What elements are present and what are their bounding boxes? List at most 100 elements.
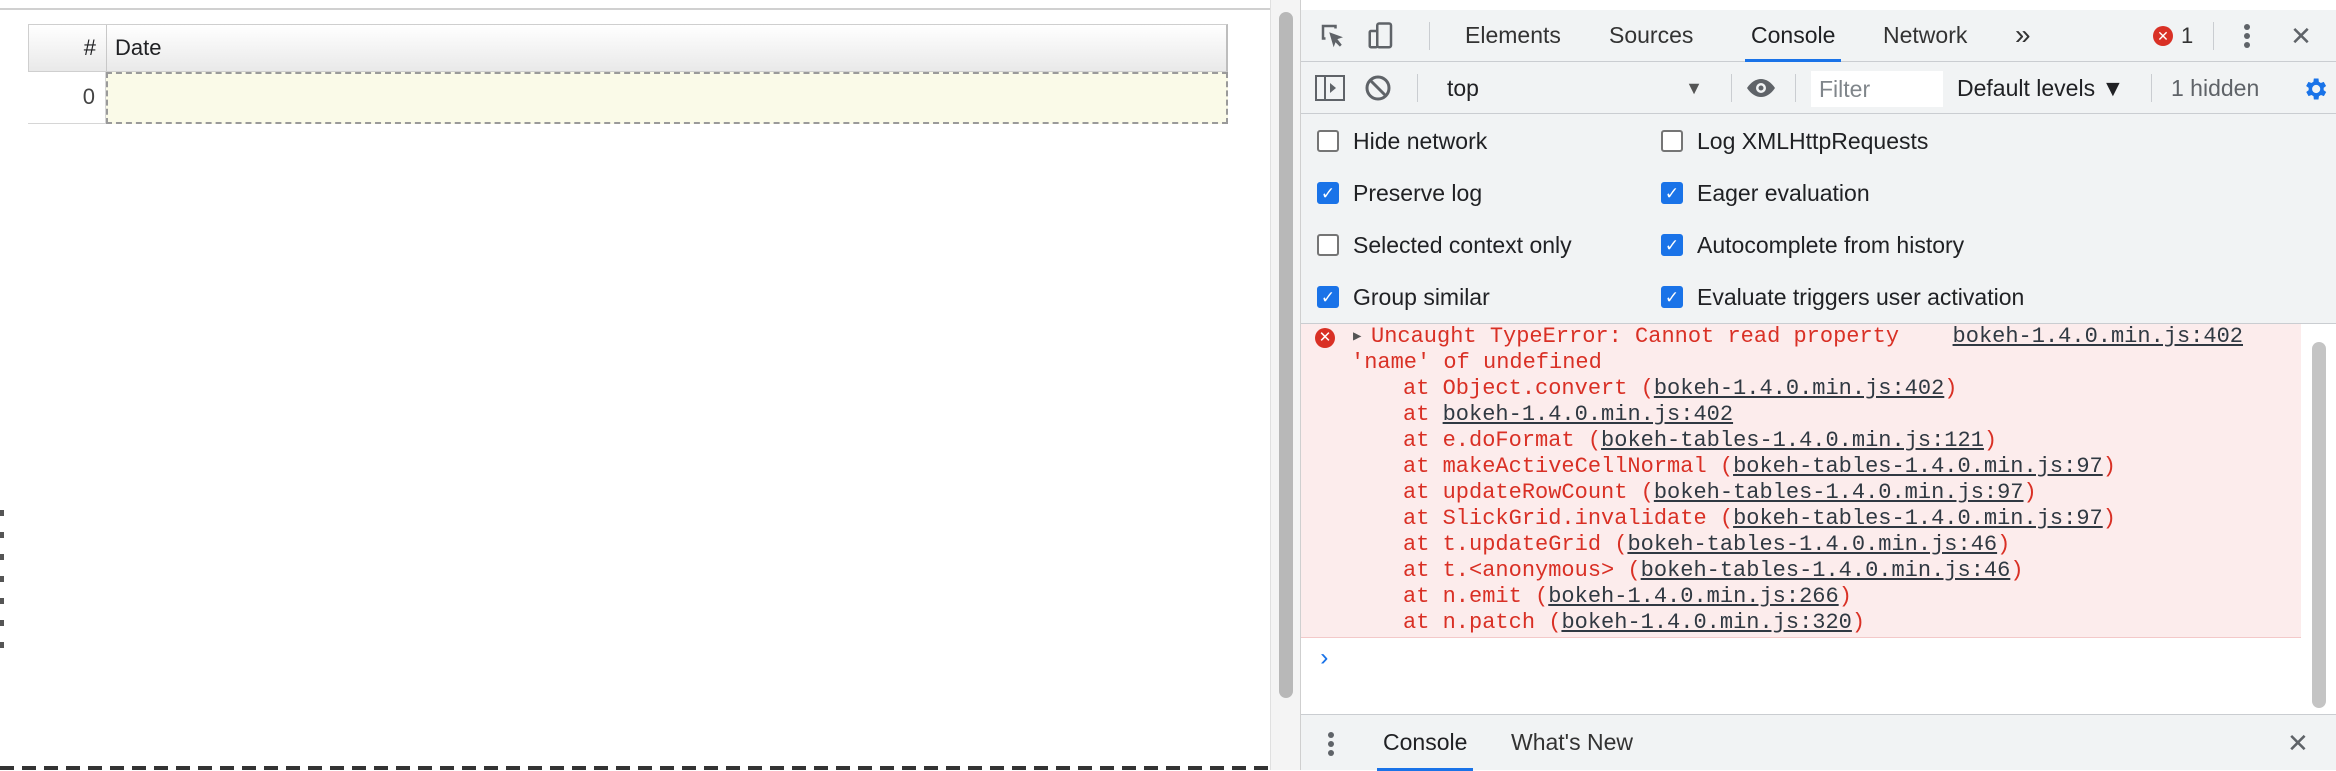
stack-frame-link[interactable]: bokeh-tables-1.4.0.min.js:97 — [1654, 480, 2024, 505]
stack-frame-link[interactable]: bokeh-1.4.0.min.js:266 — [1548, 584, 1838, 609]
stack-frame-link[interactable]: bokeh-1.4.0.min.js:320 — [1561, 610, 1851, 635]
console-scrollbar[interactable] — [2305, 330, 2333, 710]
inspect-element-icon[interactable] — [1315, 18, 1351, 54]
stack-frame-link[interactable]: bokeh-1.4.0.min.js:402 — [1654, 376, 1944, 401]
sidebar-toggle-icon[interactable] — [1313, 71, 1347, 105]
evaluate-triggers-label: Evaluate triggers user activation — [1697, 283, 2025, 310]
console-scrollbar-thumb[interactable] — [2312, 342, 2326, 708]
log-xhr-label: Log XMLHttpRequests — [1697, 127, 1929, 154]
log-xhr-option[interactable]: Log XMLHttpRequests — [1661, 126, 1928, 156]
console-messages: ✕ ▶ Uncaught TypeError: Cannot read prop… — [1301, 324, 2301, 710]
data-table: # Date 0 — [28, 24, 1228, 124]
drawer-tab-console[interactable]: Console — [1377, 715, 1474, 771]
preserve-log-checkbox[interactable]: ✓ — [1317, 182, 1339, 204]
drawer-menu-icon[interactable] — [1327, 731, 1335, 762]
context-value: top — [1447, 75, 1479, 101]
eager-evaluation-option[interactable]: ✓ Eager evaluation — [1661, 178, 1870, 208]
autocomplete-label: Autocomplete from history — [1697, 231, 1965, 258]
page-scrollbar[interactable] — [1270, 0, 1300, 770]
group-similar-label: Group similar — [1353, 283, 1490, 310]
toolbar-separator — [2151, 74, 2152, 102]
hide-network-checkbox[interactable] — [1317, 130, 1339, 152]
page-scrollbar-thumb[interactable] — [1279, 12, 1293, 698]
row-index-cell: 0 — [28, 72, 106, 124]
tab-sources[interactable]: Sources — [1603, 10, 1699, 62]
stack-frame: at n.patch (bokeh-1.4.0.min.js:320) — [1403, 610, 1866, 635]
log-xhr-checkbox[interactable] — [1661, 130, 1683, 152]
error-counter-button[interactable]: ✕ 1 — [2153, 22, 2193, 50]
device-toolbar-icon[interactable] — [1363, 18, 1399, 54]
stack-frame-link[interactable]: bokeh-1.4.0.min.js:402 — [1443, 402, 1733, 427]
stack-frame: at SlickGrid.invalidate (bokeh-tables-1.… — [1403, 506, 2116, 531]
table-header: # Date — [28, 24, 1228, 72]
hidden-messages-count: 1 hidden — [2171, 75, 2260, 101]
preserve-log-option[interactable]: ✓ Preserve log — [1317, 178, 1482, 208]
context-selector[interactable]: top ▼ — [1441, 70, 1711, 106]
selected-context-label: Selected context only — [1353, 231, 1572, 258]
page-top-border — [0, 8, 1280, 10]
error-count: 1 — [2181, 23, 2194, 48]
error-message: ✕ ▶ Uncaught TypeError: Cannot read prop… — [1301, 324, 2301, 638]
eye-icon[interactable] — [1741, 72, 1781, 104]
tab-elements[interactable]: Elements — [1459, 10, 1567, 62]
error-source-link[interactable]: bokeh-1.4.0.min.js:402 — [1953, 324, 2243, 350]
clear-console-icon[interactable] — [1363, 73, 1393, 103]
gear-icon[interactable] — [2301, 75, 2329, 103]
group-similar-option[interactable]: ✓ Group similar — [1317, 282, 1490, 312]
stack-frame: at e.doFormat (bokeh-tables-1.4.0.min.js… — [1403, 428, 1998, 453]
close-icon[interactable]: ✕ — [2283, 18, 2319, 54]
expand-triangle-icon[interactable]: ▶ — [1353, 328, 1361, 345]
selected-context-checkbox[interactable] — [1317, 234, 1339, 256]
evaluate-triggers-option[interactable]: ✓ Evaluate triggers user activation — [1661, 282, 2024, 312]
eager-evaluation-label: Eager evaluation — [1697, 179, 1870, 206]
tabbar-separator-right — [2213, 22, 2214, 50]
stack-frame-link[interactable]: bokeh-tables-1.4.0.min.js:97 — [1733, 506, 2103, 531]
page-bottom-border — [0, 766, 1280, 770]
page-edge-marks — [0, 510, 4, 660]
toolbar-separator — [1731, 74, 1732, 102]
stack-frame-link[interactable]: bokeh-tables-1.4.0.min.js:46 — [1627, 532, 1997, 557]
hide-network-label: Hide network — [1353, 127, 1488, 154]
tabbar-separator — [1429, 22, 1430, 50]
toolbar-separator — [1417, 74, 1418, 102]
date-cell-active[interactable] — [106, 72, 1228, 124]
table-row[interactable]: 0 — [28, 72, 1228, 124]
column-header-index[interactable]: # — [29, 25, 107, 71]
preserve-log-label: Preserve log — [1353, 179, 1483, 206]
drawer-close-icon[interactable]: ✕ — [2287, 715, 2309, 771]
selected-context-option[interactable]: Selected context only — [1317, 230, 1572, 260]
kebab-menu-icon[interactable] — [2229, 18, 2265, 54]
error-icon: ✕ — [1315, 328, 1335, 348]
tab-network[interactable]: Network — [1877, 10, 1973, 62]
dropdown-arrow-icon: ▼ — [1685, 78, 1703, 98]
hide-network-option[interactable]: Hide network — [1317, 126, 1487, 156]
stack-frame: at t.<anonymous> (bokeh-tables-1.4.0.min… — [1403, 558, 2024, 583]
stack-frame: at makeActiveCellNormal (bokeh-tables-1.… — [1403, 454, 2116, 479]
stack-frame-link[interactable]: bokeh-tables-1.4.0.min.js:121 — [1601, 428, 1984, 453]
stack-frame-link[interactable]: bokeh-tables-1.4.0.min.js:97 — [1733, 454, 2103, 479]
console-settings-panel: Hide network Log XMLHttpRequests ✓ Prese… — [1301, 114, 2336, 324]
tab-console[interactable]: Console — [1745, 10, 1842, 62]
error-text-line1: Uncaught TypeError: Cannot read property — [1371, 324, 1900, 349]
devtools-panel: Elements Sources Console Network » ✕ 1 ✕… — [1300, 0, 2336, 771]
error-text-line2: 'name' of undefined — [1351, 350, 1602, 375]
autocomplete-checkbox[interactable]: ✓ — [1661, 234, 1683, 256]
stack-frame-link[interactable]: bokeh-tables-1.4.0.min.js:46 — [1641, 558, 2011, 583]
drawer-tab-whats-new[interactable]: What's New — [1505, 715, 1639, 771]
filter-input[interactable] — [1811, 71, 1943, 107]
log-levels-dropdown[interactable]: Default levels ▼ — [1957, 62, 2124, 114]
stack-frame: at n.emit (bokeh-1.4.0.min.js:266) — [1403, 584, 1852, 609]
more-tabs-button[interactable]: » — [2009, 10, 2037, 62]
console-prompt-chevron-right-icon[interactable]: › — [1317, 646, 1331, 673]
evaluate-triggers-checkbox[interactable]: ✓ — [1661, 286, 1683, 308]
drawer-tabbar: Console What's New ✕ — [1301, 714, 2336, 771]
column-header-date[interactable]: Date — [107, 25, 1226, 71]
autocomplete-option[interactable]: ✓ Autocomplete from history — [1661, 230, 1964, 260]
error-icon: ✕ — [2153, 26, 2173, 46]
stack-frame: at updateRowCount (bokeh-tables-1.4.0.mi… — [1403, 480, 2037, 505]
toolbar-separator — [1795, 74, 1796, 102]
group-similar-checkbox[interactable]: ✓ — [1317, 286, 1339, 308]
console-toolbar: top ▼ Default levels ▼ 1 hidden — [1301, 62, 2336, 114]
eager-evaluation-checkbox[interactable]: ✓ — [1661, 182, 1683, 204]
devtools-tabbar: Elements Sources Console Network » ✕ 1 ✕ — [1301, 10, 2336, 62]
